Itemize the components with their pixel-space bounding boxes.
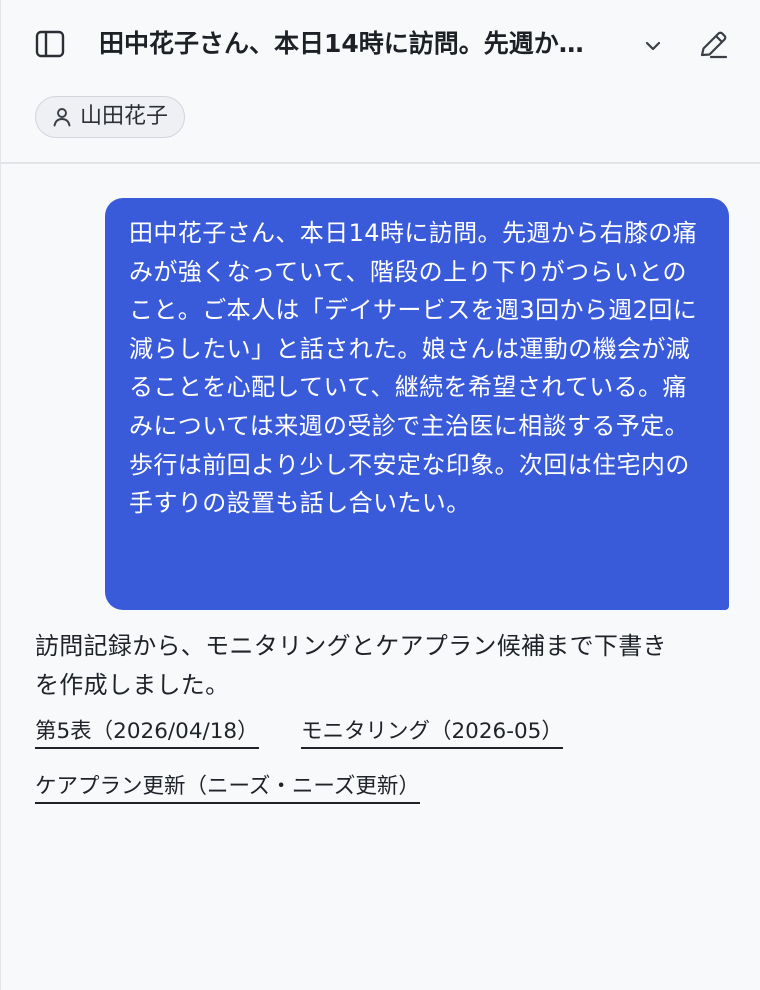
user-chip-label: 山田花子	[80, 104, 169, 129]
link-table5[interactable]: 第5表（2026/04/18）	[35, 717, 259, 749]
person-icon	[50, 105, 74, 129]
chat-panel: 田中花子さん、本日14時に訪問。先週か… 山田花子 田中花子さん、本日14時に訪…	[0, 0, 760, 990]
user-message-bubble: 田中花子さん、本日14時に訪問。先週から右膝の痛みが強くなっていて、階段の上り下…	[105, 198, 729, 610]
link-monitoring[interactable]: モニタリング（2026-05）	[301, 717, 563, 749]
chat-header: 田中花子さん、本日14時に訪問。先週か… 山田花子	[1, 0, 760, 164]
assistant-reply-text: 訪問記録から、モニタリングとケアプラン候補まで下書きを作成しました。	[35, 632, 667, 699]
sidebar-panel-icon[interactable]	[33, 27, 67, 61]
user-chip[interactable]: 山田花子	[35, 96, 186, 138]
link-careplan-update[interactable]: ケアプラン更新（ニーズ・ニーズ更新）	[35, 772, 420, 804]
conversation-title: 田中花子さん、本日14時に訪問。先週か…	[99, 29, 584, 58]
chevron-down-icon[interactable]	[639, 32, 667, 60]
pencil-icon[interactable]	[694, 26, 732, 64]
